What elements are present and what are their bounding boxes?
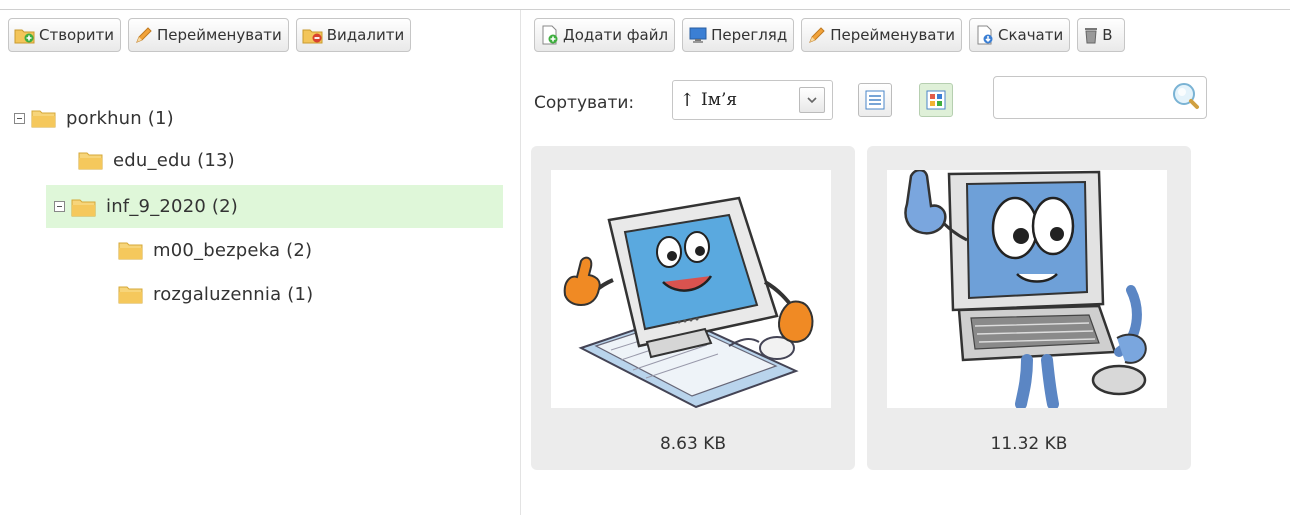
search-icon[interactable] [1170, 81, 1200, 115]
rename-file-label: Перейменувати [830, 26, 955, 44]
file-thumbnail [887, 170, 1167, 408]
search-box[interactable] [993, 76, 1207, 119]
create-folder-button[interactable]: Створити [8, 18, 121, 52]
rename-folder-button[interactable]: Перейменувати [128, 18, 289, 52]
add-file-label: Додати файл [563, 26, 669, 44]
delete-file-button[interactable]: В [1077, 18, 1126, 52]
tree-item-label: rozgaluzennia (1) [153, 283, 314, 305]
delete-folder-label: Видалити [326, 26, 405, 44]
preview-button[interactable]: Перегляд [682, 18, 795, 52]
rename-folder-label: Перейменувати [157, 26, 282, 44]
folder-icon [31, 108, 57, 128]
list-view-icon [865, 90, 885, 110]
rename-file-button[interactable]: Перейменувати [801, 18, 962, 52]
tree-item-label: inf_9_2020 (2) [106, 196, 239, 217]
tree-item-rozgaluzennia[interactable]: rozgaluzennia (1) [118, 274, 478, 314]
folder-icon [118, 240, 144, 260]
chevron-down-icon[interactable] [799, 87, 825, 113]
download-label: Скачати [997, 26, 1064, 44]
sort-direction-arrow-icon[interactable]: ↑ [673, 90, 701, 111]
pencil-icon [134, 26, 154, 44]
sort-label: Сортувати: [534, 93, 635, 113]
folder-toolbar: Створити Перейменувати Видалити [8, 18, 412, 52]
create-folder-label: Створити [39, 26, 114, 44]
tree-item-label: edu_edu (13) [113, 149, 235, 171]
pane-splitter[interactable] [520, 10, 521, 515]
monitor-icon [688, 26, 708, 44]
search-input[interactable] [1002, 83, 1166, 113]
grid-view-icon [926, 90, 946, 110]
window-top-border [0, 0, 1290, 10]
delete-folder-button[interactable]: Видалити [295, 18, 412, 52]
download-button[interactable]: Скачати [968, 18, 1071, 52]
tree-item-m00-bezpeka[interactable]: m00_bezpeka (2) [118, 230, 478, 270]
file-thumbnail [551, 170, 831, 408]
list-view-button[interactable] [858, 83, 892, 117]
tree-item-inf-9-2020[interactable]: inf_9_2020 (2) [46, 185, 503, 228]
tree-item-label: porkhun (1) [66, 107, 174, 129]
delete-file-label: В [1102, 26, 1113, 44]
file-add-icon [540, 25, 560, 45]
sort-select[interactable]: ↑ Ім’я [672, 80, 833, 120]
file-size: 8.63 KB [659, 434, 727, 454]
pencil-icon [807, 26, 827, 44]
preview-label: Перегляд [711, 26, 788, 44]
download-icon [975, 25, 995, 45]
collapse-toggle-icon[interactable] [14, 112, 25, 124]
folder-icon [118, 284, 144, 304]
folder-add-icon [14, 26, 36, 44]
file-card[interactable]: 8.63 KB [531, 146, 855, 470]
add-file-button[interactable]: Додати файл [534, 18, 676, 52]
folder-icon [78, 150, 104, 170]
folder-delete-icon [302, 26, 324, 44]
file-size: 11.32 KB [990, 434, 1068, 454]
folder-icon [71, 197, 97, 217]
tree-item-edu-edu[interactable]: edu_edu (13) [78, 140, 478, 180]
file-card[interactable]: 11.32 KB [867, 146, 1191, 470]
grid-view-button[interactable] [919, 83, 953, 117]
file-toolbar: Додати файл Перегляд Перейменувати Скача… [534, 18, 1126, 52]
tree-item-label: m00_bezpeka (2) [153, 239, 313, 261]
cartoon-computer-thumbs-up-icon [563, 196, 814, 408]
cartoon-computer-pointing-icon [904, 170, 1147, 408]
collapse-toggle-icon[interactable] [54, 201, 65, 212]
sort-selected-value: Ім’я [701, 90, 738, 110]
tree-item-porkhun[interactable]: porkhun (1) [14, 98, 494, 138]
trash-icon [1083, 26, 1099, 44]
